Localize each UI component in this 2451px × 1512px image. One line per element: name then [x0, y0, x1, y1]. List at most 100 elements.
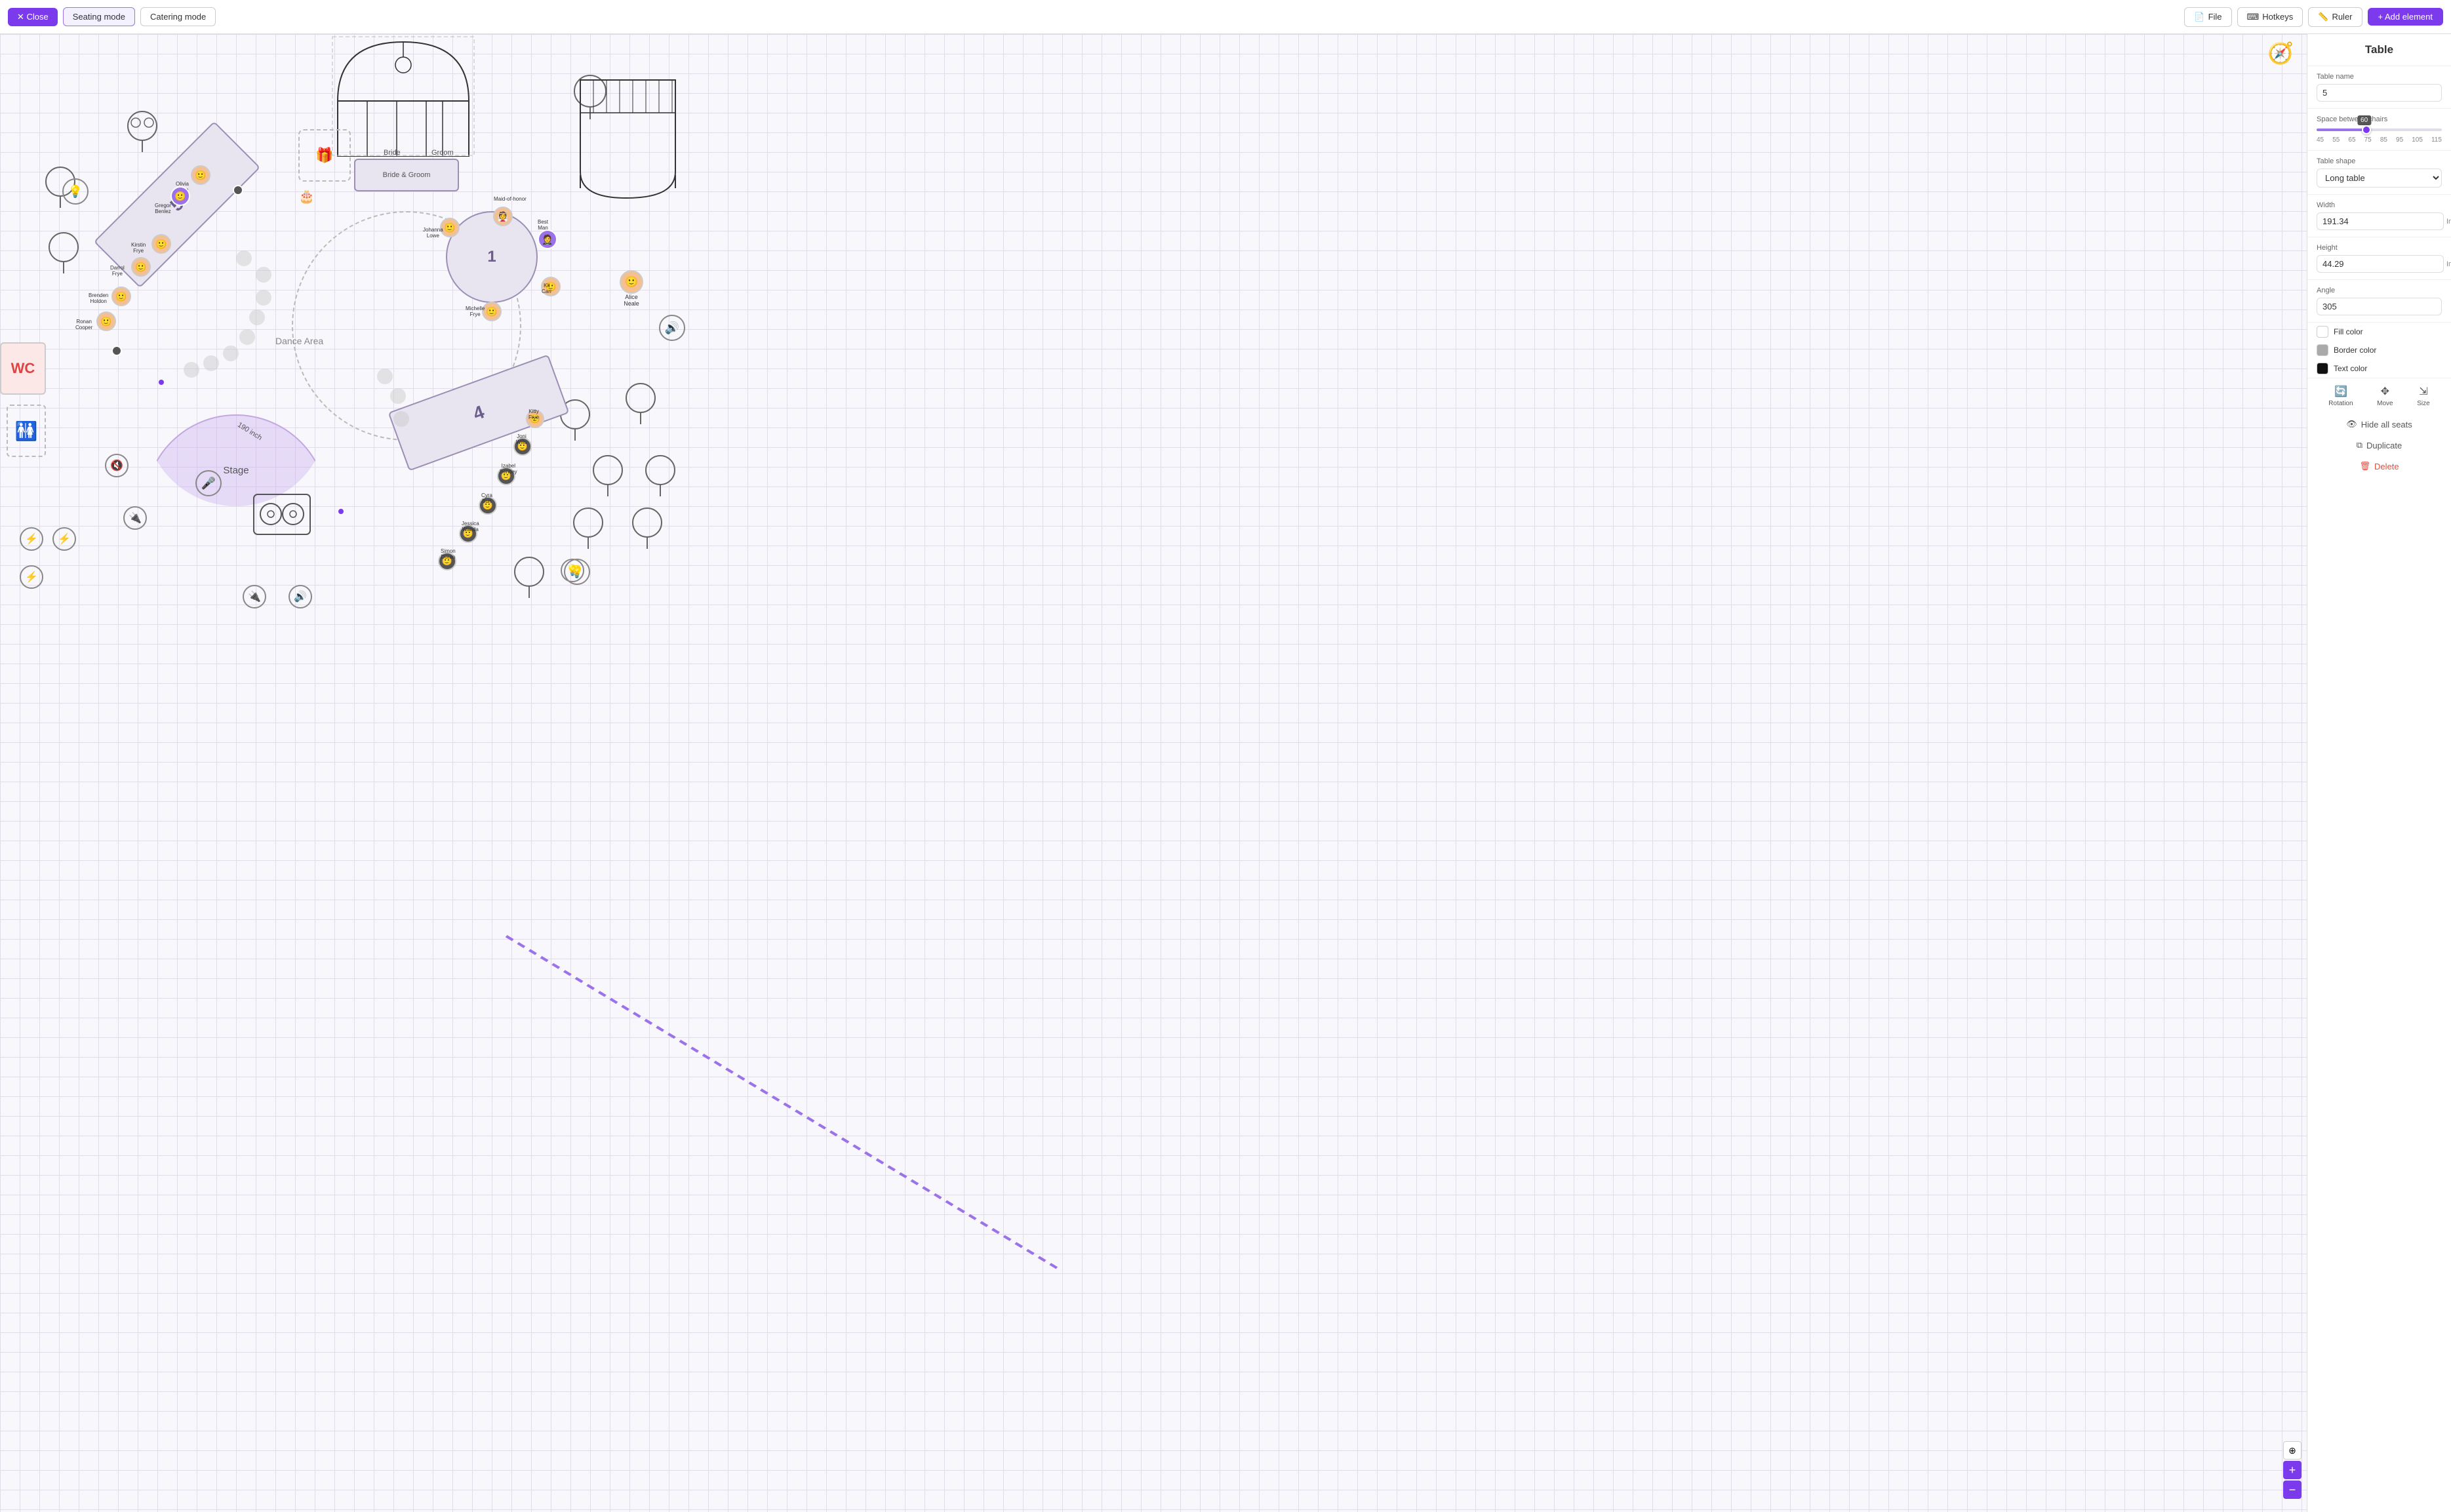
size-button[interactable]: ⇲ Size [2417, 385, 2429, 407]
empty-seat-4 [249, 309, 265, 325]
locate-button[interactable]: ⊕ [2283, 1441, 2302, 1460]
text-color-row: Text color [2307, 359, 2451, 378]
stage-semicircle [144, 414, 328, 506]
angle-input[interactable] [2317, 298, 2442, 315]
width-section: Width Inches [2307, 195, 2451, 237]
border-color-row: Border color [2307, 341, 2451, 359]
zoom-out-button[interactable]: − [2283, 1481, 2302, 1499]
table5-handle-1[interactable] [233, 185, 243, 195]
empty-seat-7 [203, 355, 219, 371]
seat-ronan[interactable]: 🙂 [96, 311, 116, 331]
tree-icon-3 [46, 231, 82, 273]
slider-tooltip: 60 [2357, 115, 2371, 125]
plug-icon-2: 🔌 [243, 585, 266, 608]
table-shape-select[interactable]: Long table Round table Square table [2317, 169, 2442, 188]
space-slider[interactable]: 60 45 55 65 75 85 95 105 115 [2317, 129, 2442, 144]
fill-color-label: Fill color [2334, 327, 2363, 336]
ruler-button[interactable]: 📏 Ruler [2308, 7, 2362, 27]
action-row: 🔄 Rotation ✥ Move ⇲ Size [2307, 378, 2451, 414]
measure-dot-1 [159, 380, 164, 385]
table-name-section: Table name [2307, 66, 2451, 109]
speaker-icon-3: 🔊 [289, 585, 312, 608]
slider-thumb[interactable] [2362, 125, 2371, 134]
catering-mode-button[interactable]: Catering mode [140, 7, 216, 26]
seat-kirstin[interactable]: 🙂 [151, 234, 171, 254]
tree-icon-1 [125, 109, 161, 152]
angle-section: Angle [2307, 280, 2451, 323]
empty-seat-6 [223, 346, 239, 361]
dj-equipment-icon [252, 493, 311, 536]
border-color-swatch[interactable] [2317, 344, 2328, 356]
stage-label: Stage [223, 465, 249, 476]
duplicate-button[interactable]: ⧉ Duplicate [2307, 435, 2451, 456]
measure-dot-2 [338, 509, 344, 514]
eye-icon: 👁 [2346, 419, 2357, 429]
seating-mode-button[interactable]: Seating mode [63, 7, 135, 26]
move-button[interactable]: ✥ Move [2377, 385, 2393, 407]
piano-icon [574, 73, 682, 205]
seat-darrol-name: DarrolFrye [110, 266, 125, 277]
hide-seats-button[interactable]: 👁 Hide all seats [2307, 414, 2451, 435]
activity-icon-3: ⚡ [20, 565, 43, 589]
zoom-in-button[interactable]: + [2283, 1461, 2302, 1479]
add-element-button[interactable]: + Add element [2368, 8, 2443, 26]
seat-brenden[interactable]: 🙂 [111, 287, 131, 306]
canvas[interactable]: 🧭 WC [0, 34, 2307, 1512]
panel-title: Table [2307, 34, 2451, 66]
slider-track [2317, 129, 2442, 131]
seat-maid-honor-name: Maid-of-honor [494, 197, 527, 203]
seat-jessica-name: JessicaWanda [462, 521, 479, 533]
seat-kitty-name: KittyFrye [528, 409, 539, 421]
width-input[interactable] [2317, 212, 2444, 230]
height-input[interactable] [2317, 255, 2444, 273]
fill-color-row: Fill color [2307, 323, 2451, 341]
file-button[interactable]: 📄 File [2184, 7, 2231, 27]
bride-label: Bride [384, 149, 401, 157]
zoom-controls: + − [2283, 1461, 2302, 1499]
text-color-label: Text color [2334, 364, 2367, 373]
width-unit: Inches [2446, 218, 2451, 226]
rotation-button[interactable]: 🔄 Rotation [2328, 385, 2353, 407]
speaker-icon-1: 🔊 [659, 315, 685, 341]
close-button[interactable]: ✕ Close [8, 8, 58, 26]
seat-gregor[interactable]: 🙂 [170, 186, 190, 206]
slider-fill [2317, 129, 2366, 131]
activity-icon-1: ⚡ [20, 527, 43, 551]
tree-icon-10 [643, 454, 679, 496]
space-between-chairs-section: Space between chairs 60 45 55 65 75 85 9… [2307, 109, 2451, 151]
speaker-icon-2: 🔇 [105, 454, 129, 477]
compass-icon: 🧭 [2267, 41, 2294, 66]
empty-seat-3 [256, 290, 271, 306]
seat-darrol[interactable]: 🙂 [131, 257, 151, 277]
seat-maid-honor[interactable]: 👰 [493, 207, 513, 226]
seat-brenden-name: BrendenHoldon [89, 293, 108, 305]
tree-icon-9 [623, 382, 659, 424]
toolbar-right: 📄 File ⌨ Hotkeys 📏 Ruler + Add element [2184, 7, 2443, 27]
text-color-swatch[interactable] [2317, 363, 2328, 374]
plug-icon-1: 🔌 [123, 506, 147, 530]
height-unit: Inches [2446, 260, 2451, 268]
delete-button[interactable]: 🗑 Delete [2307, 456, 2451, 477]
table-1[interactable]: 1 [446, 211, 538, 303]
table-name-input[interactable] [2317, 84, 2442, 102]
hotkeys-icon: ⌨ [2247, 12, 2260, 22]
delete-icon: 🗑 [2359, 461, 2370, 471]
hotkeys-button[interactable]: ⌨ Hotkeys [2237, 7, 2303, 27]
lightbulb-icon-1: 💡 [62, 178, 89, 205]
width-input-row: Inches [2317, 212, 2442, 230]
seat-olivia[interactable]: 🙂 [191, 165, 210, 185]
fill-color-swatch[interactable] [2317, 326, 2328, 338]
move-icon: ✥ [2381, 385, 2389, 398]
seat-michelle[interactable]: 🙂 [482, 302, 502, 321]
empty-seat-10 [390, 388, 406, 404]
duplicate-icon: ⧉ [2357, 440, 2362, 450]
seat-ronan-name: RonanCooper [75, 319, 92, 331]
seat-best-man[interactable]: 🤵 [538, 229, 557, 249]
bride-groom-table[interactable]: Bride & Groom [354, 159, 459, 191]
border-color-label: Border color [2334, 346, 2376, 355]
height-label: Height [2317, 244, 2442, 252]
seat-gregor-name: GregorBenlez [155, 203, 171, 215]
seat-simon-name: SimonDoran [441, 549, 456, 561]
table5-handle-2[interactable] [111, 346, 122, 356]
seat-kit-name: KitCarr [542, 283, 552, 295]
